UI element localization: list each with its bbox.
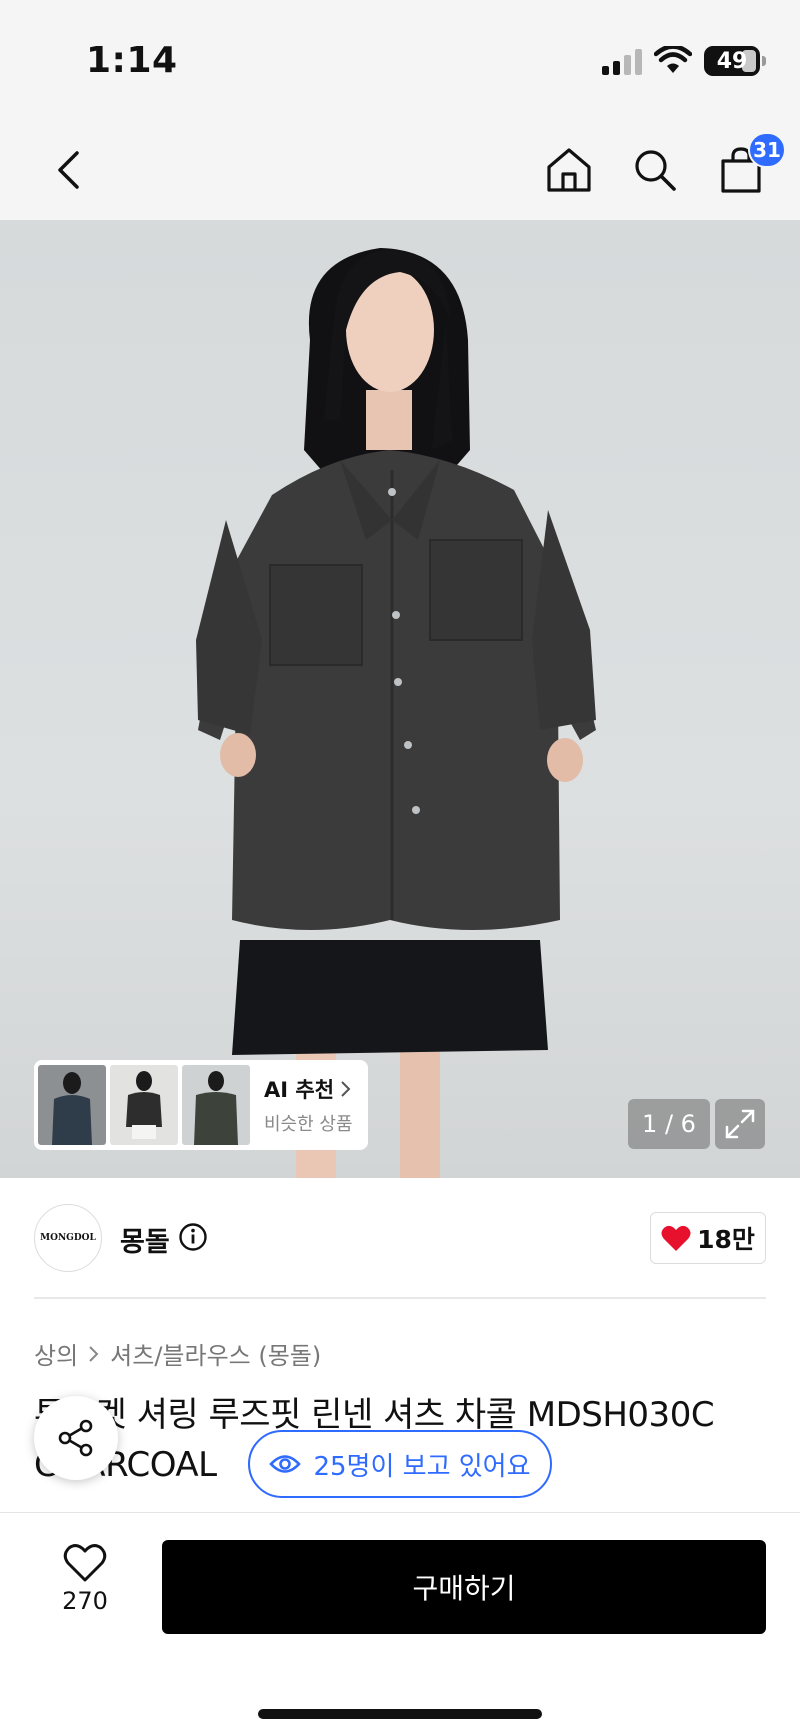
expand-image-button[interactable] <box>715 1099 765 1149</box>
buy-button[interactable]: 구매하기 <box>162 1540 766 1634</box>
cart-count-badge: 31 <box>748 132 786 168</box>
brand-logo[interactable]: MONGDOL <box>34 1204 102 1272</box>
home-button[interactable] <box>540 138 598 202</box>
chevron-right-icon <box>89 1345 99 1362</box>
brand-row: MONGDOL 몽돌 18만 <box>34 1204 766 1272</box>
ai-recommendation-card[interactable]: AI 추천 비슷한 상품 <box>34 1060 368 1150</box>
back-button[interactable] <box>40 142 96 198</box>
ai-card-title: AI 추천 <box>264 1078 335 1102</box>
cart-button[interactable]: 31 <box>712 132 786 202</box>
product-photo <box>196 248 596 1178</box>
wifi-icon <box>654 46 692 73</box>
search-icon <box>635 150 676 191</box>
brand-name[interactable]: 몽돌 <box>120 1220 170 1259</box>
ai-thumb-3 <box>182 1065 250 1145</box>
home-icon <box>547 148 591 192</box>
breadcrumb-subcategory[interactable]: 셔츠/블라우스 (몽돌) <box>110 1336 321 1371</box>
cellular-signal-icon <box>602 47 642 75</box>
heart-filled-icon <box>661 1225 691 1251</box>
battery-level: 49 <box>716 48 748 74</box>
battery-icon: 49 <box>704 46 766 76</box>
viewers-count-text: 25명이 보고 있어요 <box>313 1451 531 1482</box>
eye-icon <box>269 1455 302 1473</box>
status-icons: 49 <box>602 46 766 76</box>
wish-button[interactable]: 270 <box>44 1543 126 1639</box>
heart-outline-icon <box>63 1544 107 1582</box>
product-image-carousel[interactable]: AI 추천 비슷한 상품 1 / 6 <box>0 220 800 1178</box>
status-time: 1:14 <box>86 40 178 81</box>
brand-like-count: 18만 <box>697 1225 755 1254</box>
chevron-left-icon <box>58 151 79 189</box>
bottom-action-bar: 270 구매하기 <box>0 1512 800 1733</box>
ai-thumb-2 <box>110 1065 178 1145</box>
ai-card-subtitle: 비슷한 상품 <box>264 1114 353 1135</box>
breadcrumb: 상의 셔츠/블라우스 (몽돌) <box>34 1336 321 1371</box>
wish-count: 270 <box>62 1587 108 1615</box>
home-indicator <box>258 1709 542 1719</box>
brand-like-button[interactable]: 18만 <box>650 1212 766 1264</box>
breadcrumb-category[interactable]: 상의 <box>34 1336 78 1371</box>
image-pager: 1 / 6 <box>628 1099 710 1149</box>
share-button[interactable] <box>34 1396 118 1480</box>
search-button[interactable] <box>626 138 684 202</box>
chevron-right-icon <box>341 1081 351 1097</box>
brand-info-button[interactable] <box>178 1222 208 1256</box>
expand-icon <box>725 1109 755 1139</box>
ai-thumb-1 <box>38 1065 106 1145</box>
info-icon <box>179 1223 207 1251</box>
divider <box>34 1297 766 1299</box>
viewers-count-pill: 25명이 보고 있어요 <box>248 1430 552 1498</box>
share-icon <box>58 1419 93 1457</box>
nav-bar: 31 <box>0 120 800 220</box>
status-bar: 1:14 49 <box>0 0 800 120</box>
